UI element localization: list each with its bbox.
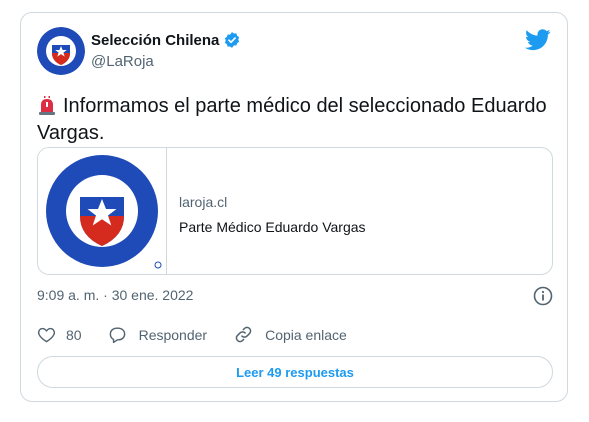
- tweet-card: Selección Chilena @LaRoja Informamos el …: [20, 12, 568, 402]
- handle[interactable]: @LaRoja: [91, 53, 241, 70]
- siren-emoji-icon: [37, 95, 57, 115]
- display-name[interactable]: Selección Chilena: [91, 32, 219, 49]
- read-replies-button[interactable]: Leer 49 respuestas: [37, 356, 553, 388]
- verified-badge-icon: [223, 31, 241, 49]
- heart-icon: [37, 327, 56, 343]
- tweet-header: Selección Chilena @LaRoja: [37, 27, 551, 79]
- card-thumbnail: [38, 148, 167, 274]
- link-icon: [235, 326, 252, 343]
- reply-icon: [109, 327, 125, 344]
- twitter-bird-icon[interactable]: [525, 29, 551, 51]
- avatar[interactable]: [37, 27, 85, 75]
- reply-label: Responder: [138, 326, 208, 343]
- federation-crest-logo: [46, 155, 162, 269]
- link-preview-card[interactable]: laroja.cl Parte Médico Eduardo Vargas: [37, 147, 553, 275]
- card-text: laroja.cl Parte Médico Eduardo Vargas: [179, 192, 366, 237]
- like-button[interactable]: 80: [37, 325, 82, 344]
- reply-button[interactable]: Responder: [108, 325, 208, 344]
- info-icon[interactable]: [533, 286, 553, 306]
- author-names: Selección Chilena @LaRoja: [91, 31, 241, 70]
- card-domain: laroja.cl: [179, 194, 228, 210]
- card-title: Parte Médico Eduardo Vargas: [179, 219, 366, 235]
- tweet-timestamp[interactable]: 9:09 a. m. · 30 ene. 2022: [37, 287, 193, 303]
- copy-link-label: Copia enlace: [265, 326, 347, 343]
- copy-link-button[interactable]: Copia enlace: [234, 325, 347, 344]
- tweet-actions: 80 Responder Copia enlace: [37, 325, 374, 344]
- federation-crest-logo: [37, 27, 85, 75]
- like-count: 80: [66, 326, 82, 343]
- tweet-text: Informamos el parte médico del seleccion…: [37, 95, 547, 144]
- tweet-text-block: Informamos el parte médico del seleccion…: [37, 93, 547, 147]
